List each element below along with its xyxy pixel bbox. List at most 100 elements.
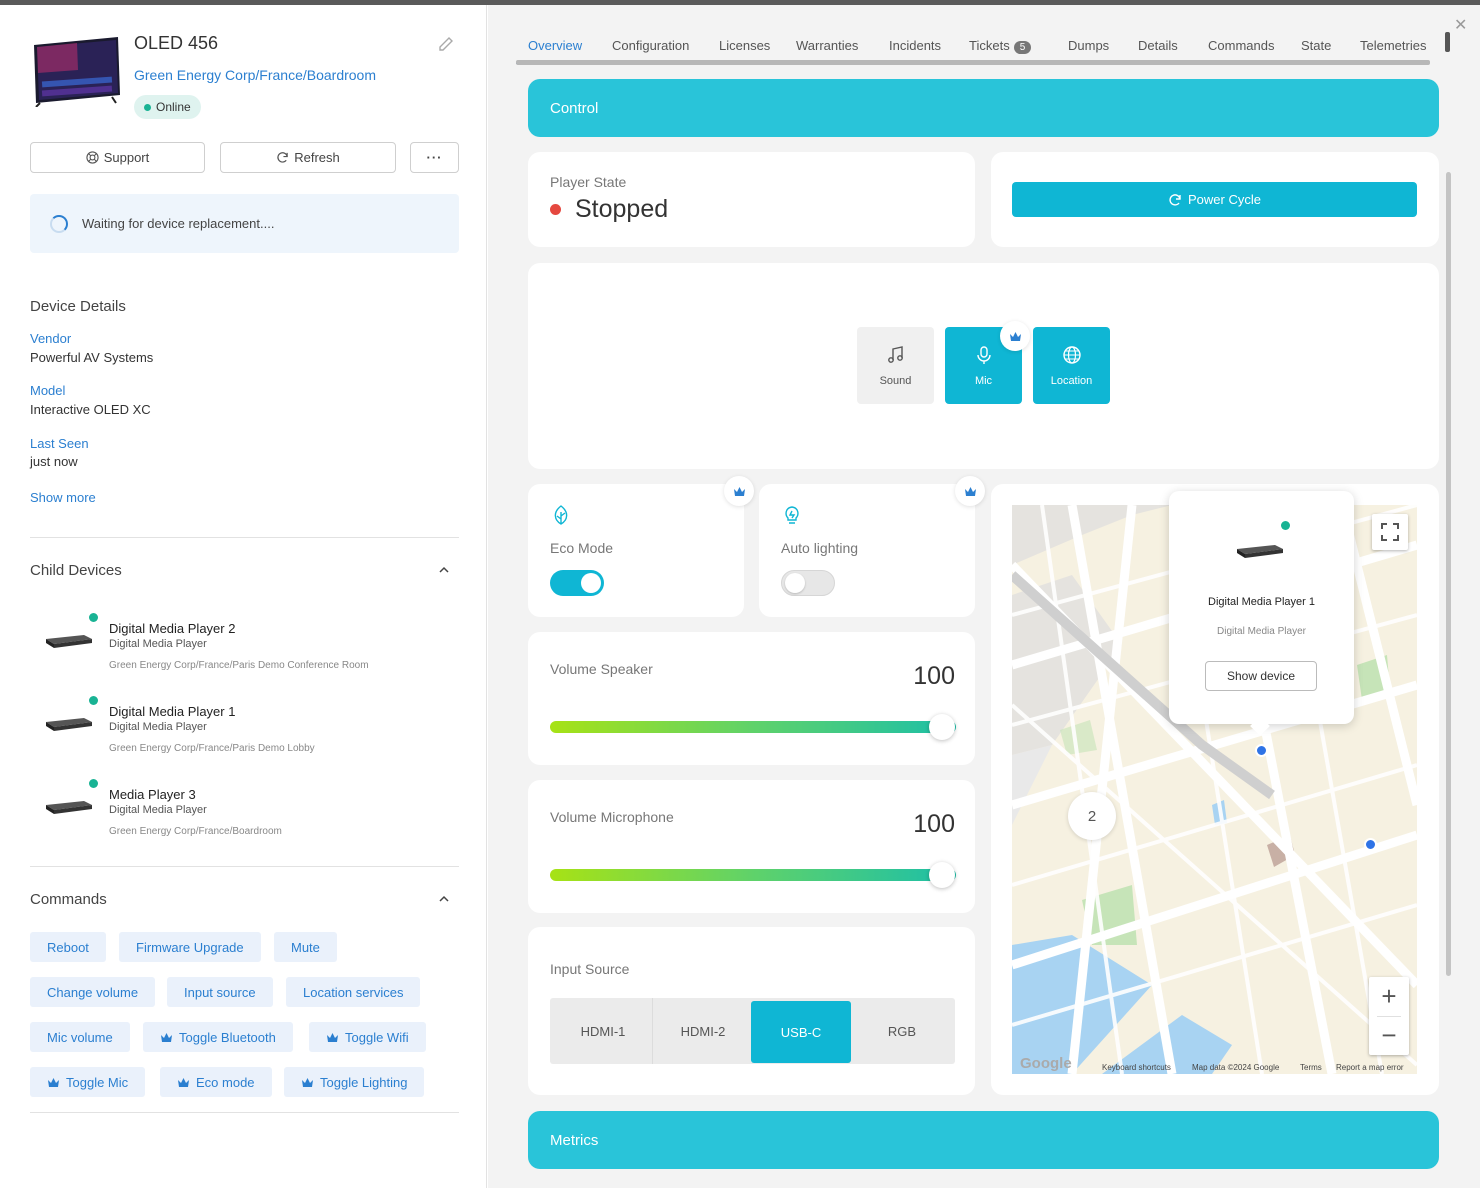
crown-icon [302,1077,313,1087]
crown-icon [48,1077,59,1087]
premium-crown-badge [1000,321,1030,351]
tickets-count-badge: 5 [1013,41,1032,54]
zoom-in-button[interactable]: + [1369,977,1409,1016]
online-dot-icon [1281,521,1290,530]
microphone-icon [976,345,991,364]
location-toggle-button[interactable]: Location [1033,327,1110,404]
command-location-services-button[interactable]: Location services [286,977,421,1007]
child-device-item[interactable]: Digital Media Player 1 Digital Media Pla… [30,696,459,766]
command-change-volume-button[interactable]: Change volume [30,977,156,1007]
tab-telemetries[interactable]: Telemetries [1360,38,1426,53]
crown-icon [733,486,745,496]
divider [30,866,459,867]
command-firmware-upgrade-button[interactable]: Firmware Upgrade [119,932,261,962]
command-toggle-lighting-button[interactable]: Toggle Lighting [284,1067,425,1097]
fullscreen-button[interactable] [1372,514,1408,550]
premium-crown-badge [724,476,754,506]
chevron-up-icon[interactable] [437,892,451,906]
tab-tickets-label: Tickets [969,38,1010,53]
features-card: Sound Mic Location [528,263,1439,469]
loading-spinner-icon [50,214,68,233]
slider-thumb[interactable] [929,862,955,888]
map-device-marker[interactable] [1364,838,1377,851]
command-mute-button[interactable]: Mute [274,932,337,962]
zoom-out-button[interactable]: − [1369,1016,1409,1055]
tab-dumps[interactable]: Dumps [1068,38,1109,53]
player-state-card: Player State Stopped [528,152,975,247]
close-icon[interactable]: ✕ [1454,15,1467,35]
device-main-panel: Overview Configuration Licenses Warranti… [488,5,1480,1188]
vertical-scrollbar[interactable] [1446,172,1451,976]
tab-overview[interactable]: Overview [528,38,582,53]
map-device-marker[interactable] [1255,744,1268,757]
device-location-link[interactable]: Green Energy Corp/France/Boardroom [134,67,376,83]
child-device-item[interactable]: Digital Media Player 2 Digital Media Pla… [30,613,459,683]
pencil-edit-icon[interactable] [436,35,456,55]
child-device-location: Green Energy Corp/France/Paris Demo Lobb… [109,743,315,754]
command-toggle-mic-button[interactable]: Toggle Mic [30,1067,146,1097]
input-rgb-option[interactable]: RGB [852,998,952,1064]
power-cycle-label: Power Cycle [1188,192,1261,207]
sound-label: Sound [879,374,912,387]
tab-licenses[interactable]: Licenses [719,38,770,53]
chevron-up-icon[interactable] [437,563,451,577]
tab-state[interactable]: State [1301,38,1331,53]
power-cycle-button[interactable]: Power Cycle [1012,182,1417,217]
refresh-button-label: Refresh [294,150,340,165]
input-usb-c-option[interactable]: USB-C [751,1001,851,1063]
support-button[interactable]: Support [30,142,205,173]
command-reboot-button[interactable]: Reboot [30,932,106,962]
input-hdmi-1-option[interactable]: HDMI-1 [553,998,653,1064]
music-note-icon [887,345,903,363]
report-map-error-link[interactable]: Report a map error [1336,1063,1404,1072]
command-mic-volume-button[interactable]: Mic volume [30,1022,130,1052]
tabs-scrollbar[interactable] [516,60,1430,65]
eco-mode-toggle[interactable] [550,570,604,596]
command-label: Change volume [47,984,139,1000]
auto-lighting-label: Auto lighting [781,540,859,556]
crown-icon [327,1032,338,1042]
child-device-name: Digital Media Player 2 [109,621,236,636]
more-actions-button[interactable]: ··· [410,142,459,173]
show-more-link[interactable]: Show more [30,490,96,505]
volume-speaker-slider[interactable] [550,714,956,740]
command-toggle-bluetooth-button[interactable]: Toggle Bluetooth [143,1022,293,1052]
command-eco-mode-button[interactable]: Eco mode [160,1067,272,1097]
map-cluster-marker[interactable]: 2 [1068,792,1116,840]
last-seen-label: Last Seen [30,436,89,451]
refresh-button[interactable]: Refresh [220,142,396,173]
tab-warranties[interactable]: Warranties [796,38,858,53]
auto-lighting-toggle[interactable] [781,570,835,596]
tab-details[interactable]: Details [1138,38,1178,53]
online-dot-icon [89,613,98,622]
divider [30,1112,459,1113]
tab-commands[interactable]: Commands [1208,38,1274,53]
map-data-attribution: Map data ©2024 Google [1192,1063,1280,1072]
input-hdmi-2-option[interactable]: HDMI-2 [653,998,753,1064]
player-state-value: Stopped [550,195,668,224]
tab-tickets[interactable]: Tickets 5 [969,38,1032,54]
commands-heading: Commands [30,891,107,908]
media-player-icon [46,635,92,648]
show-device-button[interactable]: Show device [1205,661,1317,691]
volume-microphone-value: 100 [913,810,955,838]
volume-microphone-slider[interactable] [550,862,956,888]
command-toggle-wifi-button[interactable]: Toggle Wifi [309,1022,426,1052]
location-label: Location [1050,374,1093,387]
model-value: Interactive OLED XC [30,402,151,417]
tabs-scroll-handle[interactable] [1445,32,1450,52]
slider-thumb[interactable] [929,714,955,740]
device-details-heading: Device Details [30,298,126,315]
device-title: OLED 456 [134,33,219,53]
child-device-item[interactable]: Media Player 3 Digital Media Player Gree… [30,779,459,849]
keyboard-shortcuts-link[interactable]: Keyboard shortcuts [1102,1063,1171,1072]
model-label: Model [30,383,66,398]
command-label: Mute [291,939,320,955]
command-input-source-button[interactable]: Input source [167,977,273,1007]
power-cycle-card: Power Cycle [991,152,1439,247]
mic-label: Mic [974,374,993,387]
terms-link[interactable]: Terms [1300,1063,1322,1072]
tab-configuration[interactable]: Configuration [612,38,689,53]
sound-toggle-button[interactable]: Sound [857,327,934,404]
tab-incidents[interactable]: Incidents [889,38,941,53]
